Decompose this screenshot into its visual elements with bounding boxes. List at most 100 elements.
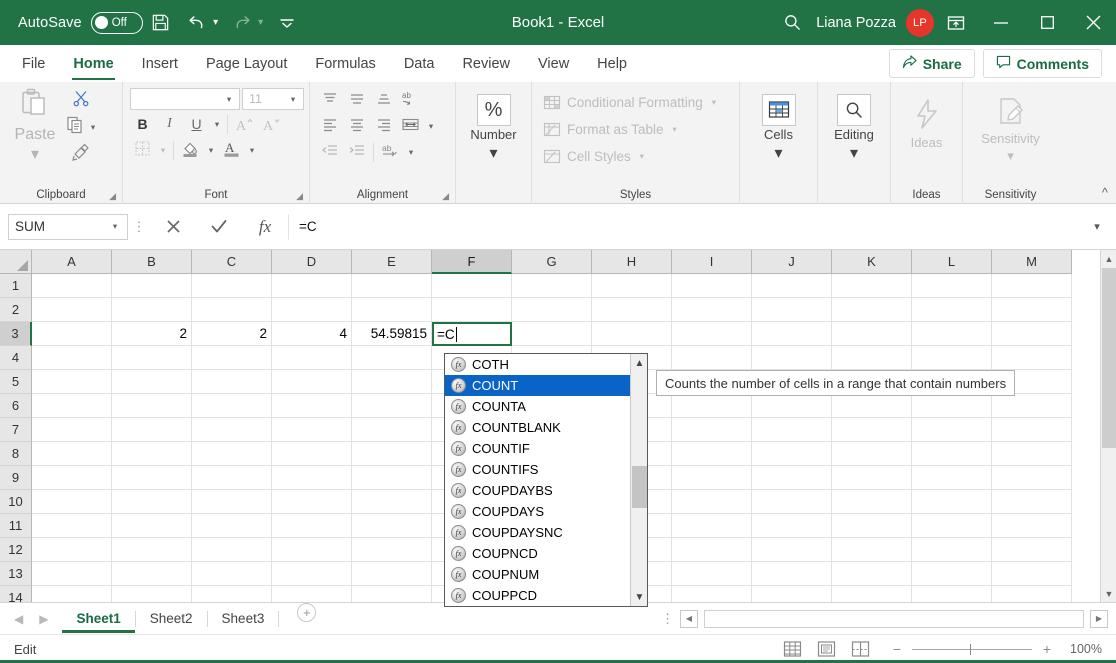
maximize-icon[interactable]	[1024, 0, 1070, 45]
conditional-formatting-chevron-down-icon[interactable]: ▾	[708, 97, 720, 108]
cell-j12[interactable]	[752, 538, 832, 562]
cell-e13[interactable]	[352, 562, 432, 586]
cell-j11[interactable]	[752, 514, 832, 538]
format-as-table-button[interactable]: Format as Table ▾	[542, 116, 681, 143]
format-painter-button[interactable]	[69, 142, 93, 166]
align-bottom-button[interactable]	[371, 88, 396, 112]
autocomplete-scrollbar-thumb[interactable]	[632, 466, 647, 508]
cell-styles-chevron-down-icon[interactable]: ▾	[636, 151, 648, 162]
zoom-percentage-label[interactable]: 100%	[1062, 642, 1102, 656]
cell-k8[interactable]	[832, 442, 912, 466]
cell-d10[interactable]	[272, 490, 352, 514]
cell-m10[interactable]	[992, 490, 1072, 514]
cell-e9[interactable]	[352, 466, 432, 490]
expand-formula-bar-chevron-icon[interactable]: ▾	[1086, 220, 1108, 233]
cell-l11[interactable]	[912, 514, 992, 538]
select-all-corner[interactable]	[0, 250, 32, 274]
formula-input[interactable]: =C	[288, 213, 1086, 240]
cell-h3[interactable]	[592, 322, 672, 346]
tab-view[interactable]: View	[524, 45, 583, 82]
cell-i11[interactable]	[672, 514, 752, 538]
cell-a4[interactable]	[32, 346, 112, 370]
cell-l8[interactable]	[912, 442, 992, 466]
previous-sheet-arrow-icon[interactable]: ◀	[14, 612, 23, 626]
cell-i1[interactable]	[672, 274, 752, 298]
cell-g2[interactable]	[512, 298, 592, 322]
cell-m12[interactable]	[992, 538, 1072, 562]
horizontal-scrollbar-track[interactable]	[704, 609, 1084, 628]
cell-e11[interactable]	[352, 514, 432, 538]
cell-i9[interactable]	[672, 466, 752, 490]
row-header-12[interactable]: 12	[0, 538, 32, 562]
cell-k11[interactable]	[832, 514, 912, 538]
cell-i7[interactable]	[672, 418, 752, 442]
scroll-left-arrow-icon[interactable]: ◀	[680, 609, 698, 628]
cell-b1[interactable]	[112, 274, 192, 298]
cell-j7[interactable]	[752, 418, 832, 442]
cell-a2[interactable]	[32, 298, 112, 322]
cell-i6[interactable]	[672, 394, 752, 418]
fill-color-button[interactable]	[178, 138, 203, 162]
cell-d5[interactable]	[272, 370, 352, 394]
cell-d3[interactable]: 4	[272, 322, 352, 346]
cell-a8[interactable]	[32, 442, 112, 466]
cell-l12[interactable]	[912, 538, 992, 562]
underline-button[interactable]: U	[184, 112, 209, 136]
page-break-preview-icon[interactable]	[843, 637, 877, 661]
cell-e5[interactable]	[352, 370, 432, 394]
column-header-a[interactable]: A	[32, 250, 112, 274]
grow-font-button[interactable]: A	[232, 112, 257, 136]
row-header-6[interactable]: 6	[0, 394, 32, 418]
cell-d4[interactable]	[272, 346, 352, 370]
number-chevron-down-icon[interactable]: ▾	[489, 143, 497, 163]
sheet-tab-sheet2[interactable]: Sheet2	[136, 603, 207, 635]
column-header-g[interactable]: G	[512, 250, 592, 274]
cell-b10[interactable]	[112, 490, 192, 514]
page-layout-view-icon[interactable]	[809, 637, 843, 661]
autocomplete-item-coupdays[interactable]: fx COUPDAYS	[445, 501, 631, 522]
cell-a5[interactable]	[32, 370, 112, 394]
cell-k4[interactable]	[832, 346, 912, 370]
cell-l3[interactable]	[912, 322, 992, 346]
cell-b3[interactable]: 2	[112, 322, 192, 346]
shrink-font-button[interactable]: A	[259, 112, 284, 136]
tab-formulas[interactable]: Formulas	[301, 45, 389, 82]
cell-k10[interactable]	[832, 490, 912, 514]
cell-b13[interactable]	[112, 562, 192, 586]
autocomplete-item-couppcd[interactable]: fx COUPPCD	[445, 585, 631, 606]
cell-b11[interactable]	[112, 514, 192, 538]
tab-home[interactable]: Home	[59, 45, 127, 82]
sheet-tab-sheet3[interactable]: Sheet3	[208, 603, 279, 635]
cell-styles-button[interactable]: Cell Styles ▾	[542, 143, 648, 170]
cell-j13[interactable]	[752, 562, 832, 586]
autocomplete-item-coupdaybs[interactable]: fx COUPDAYBS	[445, 480, 631, 501]
row-header-5[interactable]: 5	[0, 370, 32, 394]
cell-j4[interactable]	[752, 346, 832, 370]
cell-b4[interactable]	[112, 346, 192, 370]
vertical-scrollbar-thumb[interactable]	[1102, 268, 1116, 448]
alignment-dialog-launcher-icon[interactable]: ◢	[442, 191, 449, 202]
font-size-chevron-down-icon[interactable]: ▾	[287, 94, 299, 105]
search-icon[interactable]	[772, 3, 812, 43]
split-handle-icon[interactable]: ⋮	[661, 611, 674, 627]
cell-e4[interactable]	[352, 346, 432, 370]
column-header-f[interactable]: F	[432, 250, 512, 274]
cell-j8[interactable]	[752, 442, 832, 466]
wrap-text-chevron-down-icon[interactable]: ▾	[405, 147, 417, 158]
row-header-1[interactable]: 1	[0, 274, 32, 298]
zoom-in-button[interactable]: +	[1041, 641, 1053, 657]
column-header-e[interactable]: E	[352, 250, 432, 274]
autosave-toggle[interactable]: Off	[90, 11, 143, 34]
scroll-up-arrow-icon[interactable]: ▲	[1101, 250, 1116, 267]
cells-chevron-down-icon[interactable]: ▾	[774, 143, 782, 163]
tab-file[interactable]: File	[8, 45, 59, 82]
borders-chevron-down-icon[interactable]: ▾	[157, 145, 169, 156]
close-icon[interactable]	[1070, 0, 1116, 45]
copy-button[interactable]	[63, 115, 87, 139]
font-name-input[interactable]: ▾	[130, 88, 240, 110]
cell-j1[interactable]	[752, 274, 832, 298]
cell-i3[interactable]	[672, 322, 752, 346]
share-button[interactable]: Share	[888, 49, 975, 78]
cell-a6[interactable]	[32, 394, 112, 418]
increase-indent-button[interactable]	[344, 140, 369, 164]
